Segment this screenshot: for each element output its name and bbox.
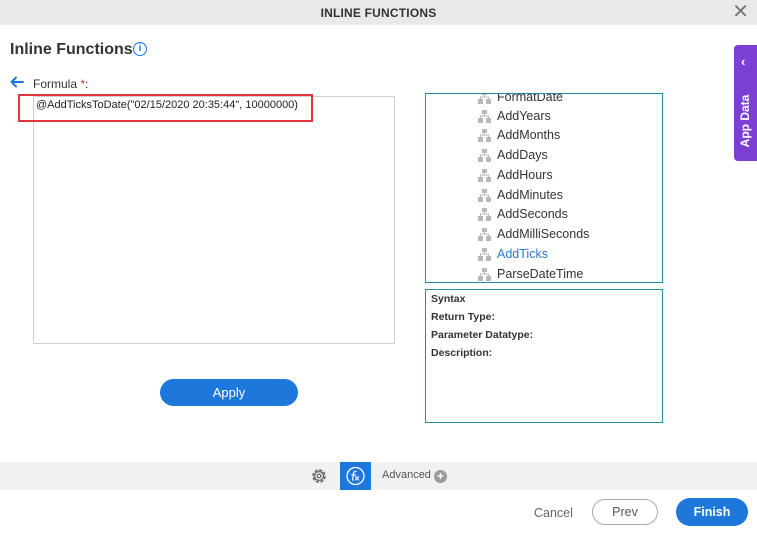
- function-tree-panel[interactable]: FormatDate AddYears AddMonths AddDays Ad…: [425, 93, 663, 283]
- tree-item-label: AddSeconds: [497, 207, 568, 221]
- close-icon[interactable]: ✕: [732, 2, 749, 22]
- function-node-icon: [478, 109, 491, 123]
- function-node-icon: [478, 168, 491, 182]
- tree-item-addyears[interactable]: AddYears: [478, 107, 551, 125]
- dialog-title-bar: INLINE FUNCTIONS ✕: [0, 0, 757, 25]
- bottom-toolbar: [0, 462, 757, 490]
- tree-item-formatdate[interactable]: FormatDate: [478, 93, 563, 106]
- tree-item-addmonths[interactable]: AddMonths: [478, 126, 560, 144]
- tree-item-label: AddYears: [497, 109, 551, 123]
- page-title: Inline Functions: [10, 41, 133, 58]
- syntax-label: Syntax: [431, 293, 466, 305]
- formula-highlight-box: [18, 94, 313, 122]
- chevron-left-icon: ‹: [741, 54, 746, 69]
- tree-item-label: FormatDate: [497, 93, 563, 104]
- prev-button[interactable]: Prev: [592, 499, 658, 525]
- function-node-icon: [478, 94, 491, 104]
- tree-item-addticks[interactable]: AddTicks: [478, 245, 548, 263]
- tree-item-parsedatetime[interactable]: ParseDateTime: [478, 265, 584, 282]
- tree-item-label: AddTicks: [497, 247, 548, 261]
- tree-item-label: AddMinutes: [497, 188, 564, 202]
- apply-button[interactable]: Apply: [160, 379, 298, 406]
- function-node-icon: [478, 267, 491, 281]
- function-fx-icon[interactable]: [340, 462, 371, 490]
- parameter-datatype-label: Parameter Datatype:: [431, 329, 534, 341]
- syntax-panel: Syntax Return Type: Parameter Datatype: …: [425, 289, 663, 423]
- tree-item-label: ParseDateTime: [497, 267, 584, 281]
- app-data-label: App Data: [738, 94, 752, 148]
- info-icon[interactable]: i: [133, 42, 147, 56]
- formula-label-colon: :: [85, 77, 89, 91]
- function-node-icon: [478, 148, 491, 162]
- tree-item-label: AddHours: [497, 168, 553, 182]
- finish-button[interactable]: Finish: [676, 498, 748, 526]
- formula-editor[interactable]: [33, 96, 395, 344]
- formula-label: Formula *:: [33, 77, 88, 91]
- cancel-button[interactable]: Cancel: [534, 506, 573, 520]
- function-node-icon: [478, 207, 491, 221]
- gear-icon[interactable]: [310, 467, 328, 485]
- tree-item-adddays[interactable]: AddDays: [478, 146, 548, 164]
- tree-item-addseconds[interactable]: AddSeconds: [478, 205, 568, 223]
- tree-item-label: AddMilliSeconds: [497, 227, 590, 241]
- description-label: Description:: [431, 347, 493, 359]
- tree-item-label: AddDays: [497, 148, 548, 162]
- tree-item-label: AddMonths: [497, 128, 561, 142]
- advanced-label[interactable]: Advanced: [382, 469, 431, 481]
- function-node-icon: [478, 227, 491, 241]
- return-type-label: Return Type:: [431, 311, 495, 323]
- plus-icon[interactable]: +: [434, 470, 447, 483]
- tree-item-addhours[interactable]: AddHours: [478, 166, 553, 184]
- dialog-title: INLINE FUNCTIONS: [320, 6, 437, 20]
- function-node-icon: [478, 247, 491, 261]
- back-arrow-icon[interactable]: [9, 74, 25, 90]
- function-node-icon: [478, 128, 491, 142]
- tree-item-addmilliseconds[interactable]: AddMilliSeconds: [478, 225, 589, 243]
- function-node-icon: [478, 188, 491, 202]
- tree-item-addminutes[interactable]: AddMinutes: [478, 186, 563, 204]
- app-data-tab[interactable]: ‹ App Data: [734, 45, 757, 161]
- formula-label-text: Formula: [33, 77, 78, 91]
